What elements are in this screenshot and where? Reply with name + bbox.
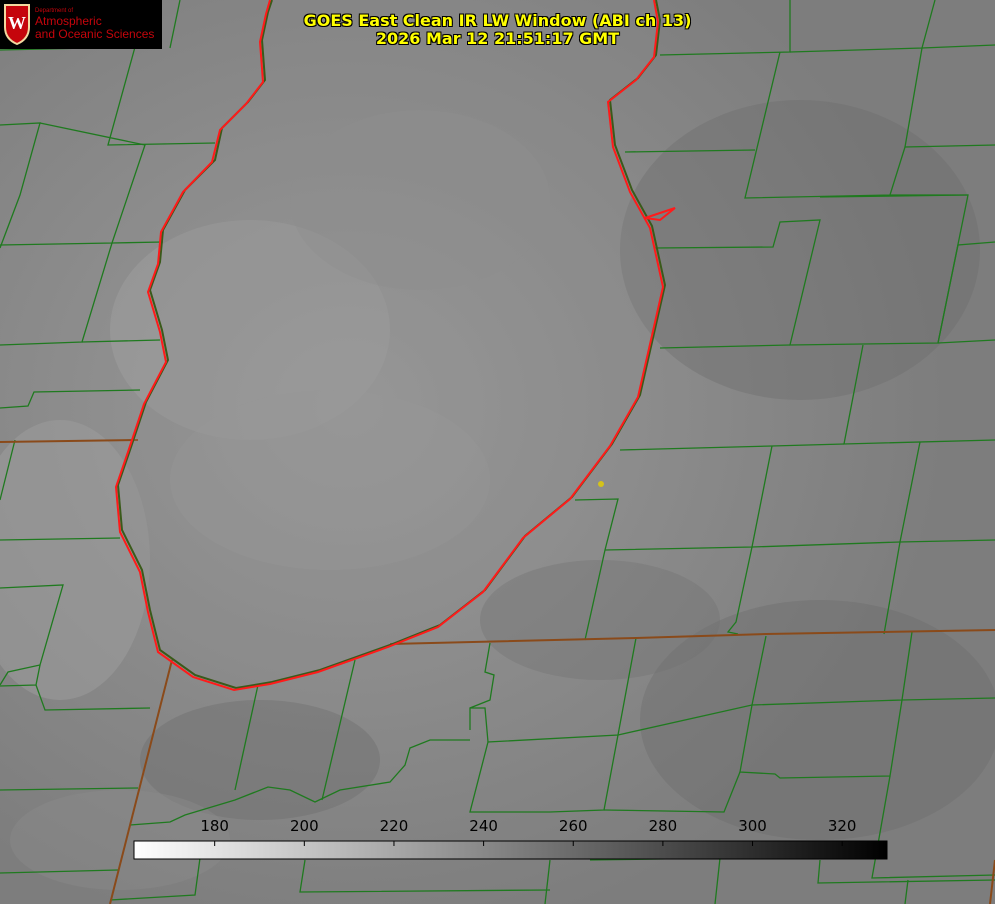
crest-letter: W — [8, 13, 26, 33]
aos-logo[interactable]: W Department of Atmospheric and Oceanic … — [0, 0, 162, 49]
colorbar-tick-label: 240 — [469, 817, 498, 835]
colorbar-tick-label: 320 — [828, 817, 857, 835]
colorbar-tick-label: 280 — [649, 817, 678, 835]
logo-line-2: and Oceanic Sciences — [35, 27, 155, 41]
satellite-map: 180 200 220 240 260 280 300 320 — [0, 0, 995, 904]
wisconsin-crest-icon: W — [4, 4, 30, 45]
colorbar-tick-label: 180 — [200, 817, 229, 835]
colorbar-tick-label: 260 — [559, 817, 588, 835]
colorbar-tick-label: 220 — [380, 817, 409, 835]
colorbar-tick-label: 300 — [738, 817, 767, 835]
location-marker — [598, 481, 604, 487]
logo-line-1: Atmospheric — [35, 14, 102, 28]
colorbar-tick-label: 200 — [290, 817, 319, 835]
